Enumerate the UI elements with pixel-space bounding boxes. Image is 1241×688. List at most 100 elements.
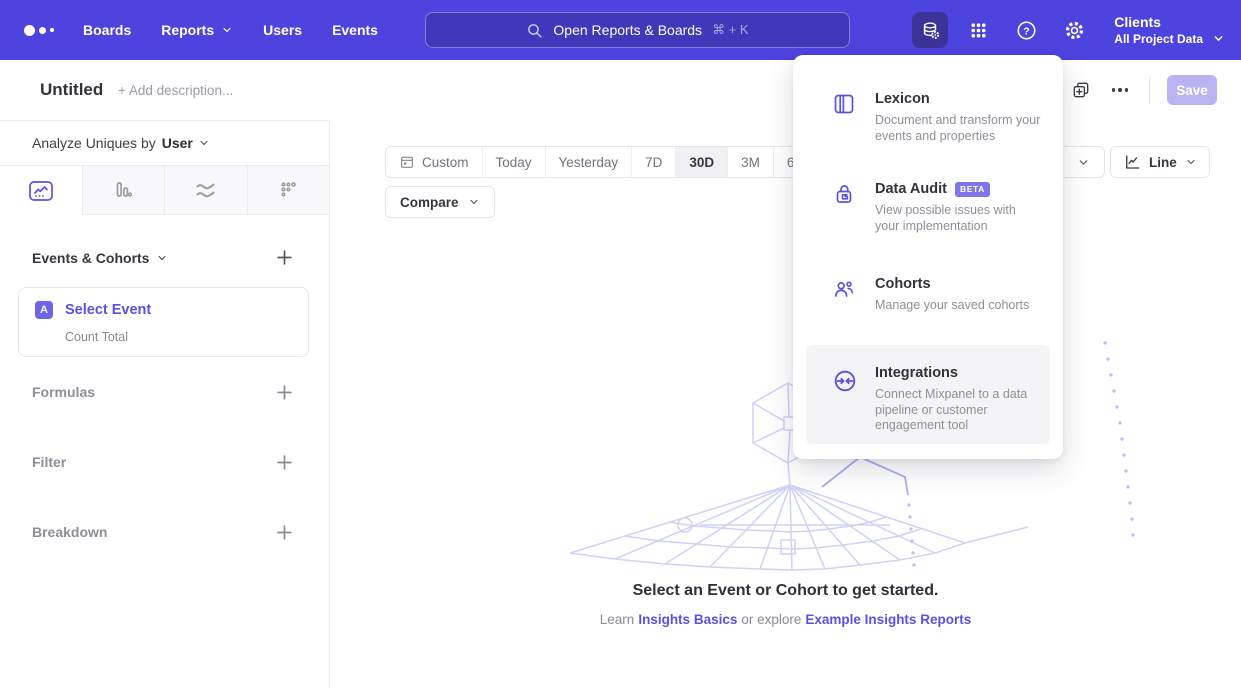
compare-button[interactable]: Compare [385, 186, 495, 218]
chevron-down-icon [156, 252, 168, 264]
date-range-yesterday[interactable]: Yesterday [545, 147, 632, 177]
add-filter-button[interactable] [274, 452, 295, 473]
tab-bar-chart[interactable] [82, 166, 165, 215]
mixpanel-insights-page: Boards Reports Users Events Open Reports… [0, 0, 1241, 688]
menu-item-title: Lexicon [875, 91, 930, 107]
project-name: All Project Data [1114, 31, 1203, 47]
add-event-button[interactable] [274, 247, 295, 268]
tab-flow-chart[interactable] [164, 166, 247, 215]
gear-icon [1063, 19, 1086, 42]
chevron-down-icon [468, 196, 480, 208]
top-navbar: Boards Reports Users Events Open Reports… [0, 0, 1241, 60]
date-range-3m[interactable]: 3M [727, 147, 773, 177]
analyze-by-dropdown[interactable]: User [162, 135, 210, 151]
empty-state-heading: Select an Event or Cohort to get started… [330, 582, 1241, 600]
beta-badge: BETA [955, 182, 990, 197]
menu-item-title: Data Audit [875, 181, 947, 197]
compare-label: Compare [400, 195, 459, 210]
date-range-label: Custom [422, 155, 469, 170]
events-cohorts-dropdown[interactable]: Events & Cohorts [32, 250, 168, 266]
nav-link-users[interactable]: Users [263, 22, 302, 38]
nav-right-cluster: ? Clients All Project Data [912, 0, 1225, 60]
chart-type-tabs [0, 166, 329, 215]
save-button[interactable]: Save [1167, 75, 1217, 105]
apps-grid-icon [968, 20, 989, 41]
more-options-button[interactable] [1108, 84, 1133, 96]
help-button[interactable]: ? [1008, 12, 1044, 48]
menu-item-description: Document and transform your events and p… [875, 113, 1041, 144]
nav-link-label: Events [332, 22, 378, 38]
analyze-by-value: User [162, 135, 193, 151]
menu-item-lexicon[interactable]: Lexicon Document and transform your even… [793, 91, 1063, 144]
menu-item-cohorts[interactable]: Cohorts Manage your saved cohorts [793, 276, 1063, 314]
empty-state-links: LearnInsights Basics or explore Example In… [330, 612, 1241, 627]
tab-line-chart[interactable] [0, 166, 82, 215]
date-range-label: Today [496, 155, 532, 170]
chevron-down-icon [1212, 32, 1225, 45]
filter-label: Filter [32, 454, 66, 470]
date-range-label: 30D [689, 155, 714, 170]
chevron-down-icon [221, 24, 233, 36]
data-management-dropdown: Lexicon Document and transform your even… [793, 55, 1063, 459]
menu-item-integrations[interactable]: Integrations Connect Mixpanel to a data … [806, 345, 1050, 444]
insights-basics-link[interactable]: Insights Basics [638, 612, 737, 627]
svg-text:?: ? [1023, 25, 1029, 37]
chevron-down-icon [1077, 156, 1090, 169]
breakdown-label: Breakdown [32, 524, 107, 540]
question-circle-icon: ? [1015, 19, 1038, 42]
apps-grid-button[interactable] [960, 12, 996, 48]
search-icon [526, 22, 543, 39]
date-range-7d[interactable]: 7D [631, 147, 675, 177]
add-formula-button[interactable] [274, 382, 295, 403]
query-sidebar: Analyze Uniques by User [0, 120, 330, 688]
plus-icon [276, 454, 293, 471]
integrations-icon [832, 368, 858, 394]
formulas-label: Formulas [32, 384, 95, 400]
bar-chart-tab-icon [111, 178, 135, 202]
add-description-field[interactable]: + Add description... [118, 83, 233, 98]
header-divider [1149, 76, 1150, 104]
chart-type-label: Line [1149, 155, 1177, 170]
count-total-label[interactable]: Count Total [65, 330, 151, 344]
event-letter-badge: A [35, 301, 53, 319]
duplicate-icon[interactable] [1071, 80, 1091, 100]
search-shortcut: ⌘ + K [712, 22, 749, 38]
date-range-custom[interactable]: Custom [386, 147, 482, 177]
add-breakdown-button[interactable] [274, 522, 295, 543]
settings-button[interactable] [1056, 12, 1092, 48]
nav-link-boards[interactable]: Boards [83, 22, 131, 38]
date-range-more-button[interactable] [1062, 147, 1104, 177]
events-cohorts-header: Events & Cohorts [32, 247, 295, 268]
report-title[interactable]: Untitled [40, 80, 103, 100]
nav-link-events[interactable]: Events [332, 22, 378, 38]
menu-item-title: Cohorts [875, 276, 931, 292]
menu-item-title: Integrations [875, 365, 958, 381]
events-cohorts-label: Events & Cohorts [32, 250, 149, 266]
org-name: Clients [1114, 14, 1203, 31]
search-input[interactable]: Open Reports & Boards ⌘ + K [425, 12, 850, 48]
nav-links: Boards Reports Users Events [83, 0, 378, 60]
or-explore-text: or explore [741, 612, 801, 627]
menu-item-data-audit[interactable]: Data Audit BETA View possible issues wit… [793, 181, 1063, 234]
plus-icon [276, 249, 293, 266]
select-event-label[interactable]: Select Event [65, 301, 151, 319]
mixpanel-logo[interactable] [24, 0, 54, 60]
nav-link-label: Reports [161, 22, 214, 38]
project-selector[interactable]: Clients All Project Data [1114, 14, 1225, 47]
chevron-down-icon [1185, 156, 1197, 168]
chart-type-button[interactable]: Line [1110, 146, 1210, 178]
date-range-today[interactable]: Today [482, 147, 545, 177]
example-reports-link[interactable]: Example Insights Reports [805, 612, 971, 627]
cohorts-people-icon [832, 277, 856, 301]
data-management-button[interactable] [912, 12, 948, 48]
nav-link-reports[interactable]: Reports [161, 22, 233, 38]
breakdown-section: Breakdown [0, 497, 329, 567]
date-range-30d[interactable]: 30D [675, 147, 727, 177]
nav-link-label: Users [263, 22, 302, 38]
nav-link-label: Boards [83, 22, 131, 38]
learn-prefix: Learn [600, 612, 635, 627]
filter-section: Filter [0, 427, 329, 497]
event-card[interactable]: A Select Event Count Total [18, 287, 309, 357]
database-gear-icon [919, 19, 942, 42]
tab-metrics[interactable] [247, 166, 330, 215]
